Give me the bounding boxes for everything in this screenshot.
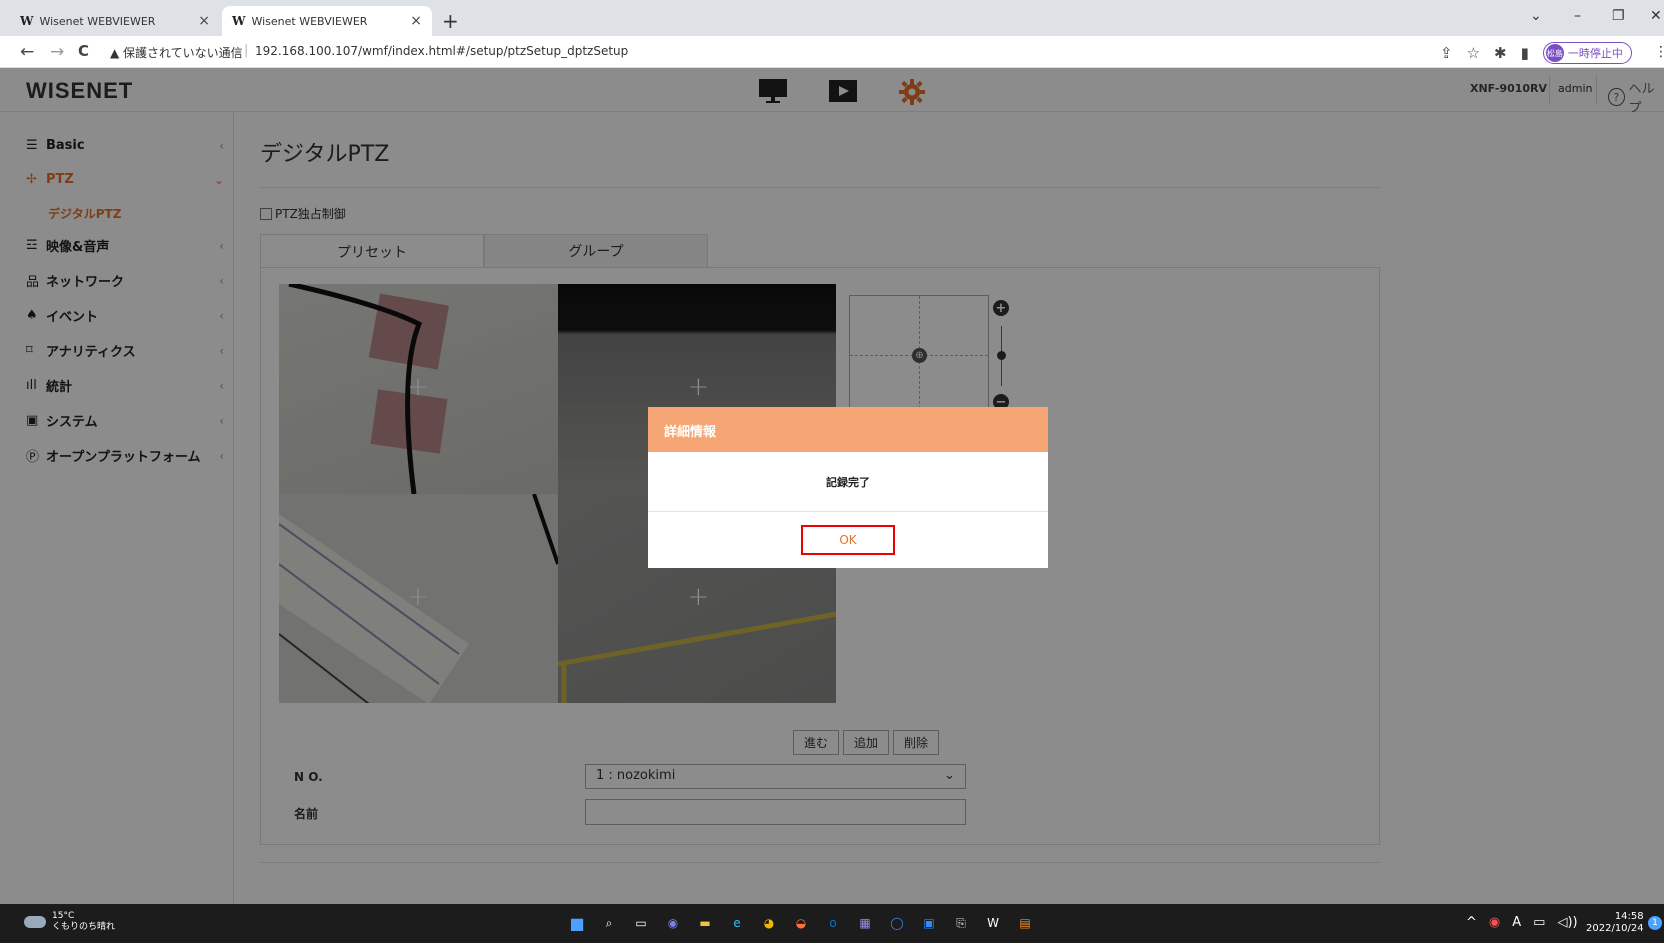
info-dialog: 詳細情報 記録完了 OK [648,407,1048,568]
ime-icon[interactable]: A [1512,915,1521,930]
restore-button[interactable]: ❐ [1612,8,1625,24]
notification-badge[interactable]: 1 [1648,916,1662,930]
wisenet-favicon-icon: W [20,14,34,28]
app-icon[interactable]: ▤ [1014,912,1036,934]
dialog-message: 記録完了 [648,452,1048,512]
chrome-icon[interactable]: ◕ [758,912,780,934]
network-tray-icon[interactable]: ▭ [1533,915,1545,930]
close-tab-icon[interactable]: × [198,13,210,29]
zoom-app-icon[interactable]: ▣ [918,912,940,934]
new-tab-button[interactable]: + [442,9,459,33]
close-tab-icon[interactable]: × [410,13,422,29]
time: 14:58 [1614,911,1644,922]
dialog-title: 詳細情報 [648,407,1048,452]
back-button[interactable]: ← [20,42,34,62]
url-field[interactable]: 192.168.100.107/wmf/index.html#/setup/pt… [255,44,628,58]
clock[interactable]: 14:58 2022/10/24 [1586,911,1644,935]
volume-icon[interactable]: ◁)) [1557,915,1577,930]
security-tray-icon[interactable]: ◉ [1489,915,1500,930]
browser-tab-2[interactable]: W Wisenet WEBVIEWER × [222,6,432,36]
taskbar: 15°C くもりのち晴れ ■ ⌕ ▭ ◉ ▬ e ◕ ◒ o ▦ ◯ ▣ ⎘ W… [0,904,1664,943]
forward-button[interactable]: → [50,42,64,62]
browser-tab-title: Wisenet WEBVIEWER [39,14,156,28]
security-warning[interactable]: ▲ 保護されていない通信 [110,44,243,61]
taskbar-apps: ■ ⌕ ▭ ◉ ▬ e ◕ ◒ o ▦ ◯ ▣ ⎘ W ▤ [566,912,1036,934]
extensions-icon[interactable]: ✱ [1494,44,1507,62]
minimize-button[interactable]: – [1574,8,1581,24]
url-divider: | [244,43,249,58]
cloud-icon [24,916,46,928]
address-bar-actions: ⇪ ☆ ✱ ▮ 松島 一時停止中 [1440,42,1632,64]
start-icon[interactable]: ■ [566,912,588,934]
reload-button[interactable]: C [78,42,89,60]
browser-tab-title: Wisenet WEBVIEWER [251,14,368,28]
outlook-icon[interactable]: o [822,912,844,934]
cortana-icon[interactable]: ◯ [886,912,908,934]
file-explorer-icon[interactable]: ▬ [694,912,716,934]
wisenet-favicon-icon: W [232,14,246,28]
close-window-button[interactable]: ✕ [1650,8,1662,24]
address-bar: ← → C ▲ 保護されていない通信 | 192.168.100.107/wmf… [0,36,1664,68]
profile-avatar: 松島 [1545,44,1564,62]
share-icon[interactable]: ⇪ [1440,44,1453,62]
browser-menu-icon[interactable]: ⋮ [1654,44,1664,60]
weather-text: くもりのち晴れ [52,922,116,932]
weather-widget[interactable]: 15°C くもりのち晴れ [24,911,115,933]
tray-overflow-icon[interactable]: ^ [1466,915,1477,930]
wisenet-app-icon[interactable]: W [982,912,1004,934]
app-icon[interactable]: ▦ [854,912,876,934]
snipping-tool-icon[interactable]: ⎘ [950,912,972,934]
system-tray: ^ ◉ A ▭ ◁)) [1466,915,1578,930]
search-icon[interactable]: ⌕ [598,912,620,934]
date: 2022/10/24 [1586,923,1644,934]
task-view-icon[interactable]: ▭ [630,912,652,934]
chat-icon[interactable]: ◉ [662,912,684,934]
browser-tab-bar: W Wisenet WEBVIEWER × W Wisenet WEBVIEWE… [0,0,1664,36]
paused-label: 一時停止中 [1567,47,1623,60]
bookmark-star-icon[interactable]: ☆ [1467,44,1480,62]
firefox-icon[interactable]: ◒ [790,912,812,934]
profile-paused-button[interactable]: 松島 一時停止中 [1542,42,1632,64]
tab-search-dropdown-icon[interactable]: ⌄ [1530,8,1542,24]
edge-icon[interactable]: e [726,912,748,934]
side-panel-icon[interactable]: ▮ [1521,44,1529,62]
temperature: 15°C [52,911,75,921]
ok-button[interactable]: OK [801,525,895,555]
browser-tab-1[interactable]: W Wisenet WEBVIEWER × [10,6,220,36]
